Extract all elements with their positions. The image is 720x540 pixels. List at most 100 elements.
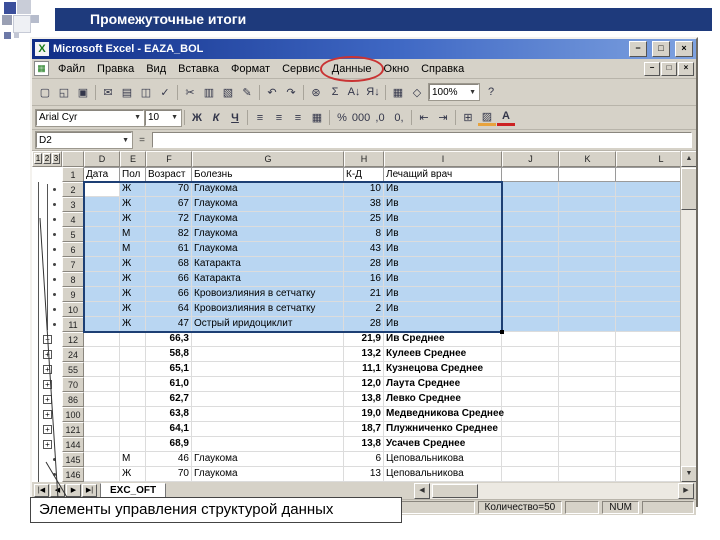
- row-header-145[interactable]: 145: [62, 452, 84, 467]
- cell[interactable]: 63,8: [146, 407, 192, 422]
- row-header-24[interactable]: 24: [62, 347, 84, 362]
- sort-ascending-icon[interactable]: А↓: [345, 84, 363, 101]
- column-header-I[interactable]: I: [384, 151, 502, 167]
- cell[interactable]: 2: [344, 302, 384, 317]
- cell[interactable]: Ж: [120, 212, 146, 227]
- horizontal-scrollbar[interactable]: ◀ ▶: [414, 482, 694, 499]
- cell[interactable]: [559, 377, 616, 392]
- cell[interactable]: Лечащий врач: [384, 167, 502, 182]
- cell[interactable]: 68: [146, 257, 192, 272]
- cell[interactable]: [120, 392, 146, 407]
- cell[interactable]: [559, 392, 616, 407]
- cell[interactable]: 82: [146, 227, 192, 242]
- cell[interactable]: Глаукома: [192, 197, 344, 212]
- cell[interactable]: [502, 287, 559, 302]
- cell[interactable]: Ж: [120, 257, 146, 272]
- cell[interactable]: Ж: [120, 467, 146, 482]
- cell[interactable]: 72: [146, 212, 192, 227]
- cell[interactable]: [502, 422, 559, 437]
- cell[interactable]: Ив: [384, 302, 502, 317]
- cell[interactable]: Острый иридоциклит: [192, 317, 344, 332]
- cell[interactable]: 61,0: [146, 377, 192, 392]
- cell[interactable]: Кровоизлияния в сетчатку: [192, 287, 344, 302]
- cell[interactable]: Глаукома: [192, 452, 344, 467]
- decrease-decimal-button[interactable]: 0,: [390, 109, 408, 126]
- last-sheet-button[interactable]: ▶|: [82, 484, 97, 497]
- outline-level-3-button[interactable]: 3: [52, 153, 60, 164]
- redo-icon[interactable]: ↷: [282, 84, 300, 101]
- cell[interactable]: [559, 407, 616, 422]
- cell[interactable]: Усачев Среднее: [384, 437, 502, 452]
- cell[interactable]: 61: [146, 242, 192, 257]
- cell[interactable]: 13: [344, 467, 384, 482]
- cell[interactable]: [559, 257, 616, 272]
- decrease-indent-button[interactable]: ⇤: [415, 109, 433, 126]
- sort-descending-icon[interactable]: Я↓: [364, 84, 382, 101]
- cell[interactable]: [192, 347, 344, 362]
- cell[interactable]: 11,1: [344, 362, 384, 377]
- horizontal-scroll-thumb[interactable]: [432, 483, 478, 498]
- cell[interactable]: [502, 377, 559, 392]
- cell[interactable]: [84, 317, 120, 332]
- cell[interactable]: [84, 392, 120, 407]
- increase-decimal-button[interactable]: ,0: [371, 109, 389, 126]
- cell[interactable]: 21,9: [344, 332, 384, 347]
- cell[interactable]: [502, 257, 559, 272]
- cell[interactable]: Ив: [384, 197, 502, 212]
- cell[interactable]: [502, 332, 559, 347]
- sheet-tab-exc-oft[interactable]: EXC_OFT: [100, 483, 167, 498]
- menu-item-Вид[interactable]: Вид: [140, 61, 172, 77]
- cell[interactable]: 66,3: [146, 332, 192, 347]
- print-icon[interactable]: ▤: [118, 84, 136, 101]
- scroll-left-button[interactable]: ◀: [414, 482, 430, 499]
- copy-icon[interactable]: ▥: [200, 84, 218, 101]
- cell[interactable]: [559, 437, 616, 452]
- cell[interactable]: [559, 467, 616, 482]
- cell[interactable]: 67: [146, 197, 192, 212]
- cell[interactable]: [559, 167, 616, 182]
- cell[interactable]: 13,8: [344, 437, 384, 452]
- vertical-scrollbar[interactable]: ▲ ▼: [680, 151, 696, 482]
- cell[interactable]: [84, 212, 120, 227]
- cell[interactable]: Ив: [384, 242, 502, 257]
- menu-item-Справка[interactable]: Справка: [415, 61, 470, 77]
- cell[interactable]: 66: [146, 272, 192, 287]
- cell[interactable]: [559, 347, 616, 362]
- cell[interactable]: [502, 407, 559, 422]
- menu-item-Данные[interactable]: Данные: [319, 55, 384, 82]
- spelling-icon[interactable]: ✓: [156, 84, 174, 101]
- cell[interactable]: Ж: [120, 272, 146, 287]
- chart-wizard-icon[interactable]: ▦: [389, 84, 407, 101]
- cell[interactable]: 28: [344, 257, 384, 272]
- cell[interactable]: [192, 422, 344, 437]
- row-header-55[interactable]: 55: [62, 362, 84, 377]
- expand-group-button[interactable]: +: [43, 350, 52, 359]
- row-header-70[interactable]: 70: [62, 377, 84, 392]
- row-header-100[interactable]: 100: [62, 407, 84, 422]
- cell[interactable]: 70: [146, 467, 192, 482]
- cell[interactable]: [502, 467, 559, 482]
- cell[interactable]: [120, 437, 146, 452]
- cell[interactable]: Дата: [84, 167, 120, 182]
- cell[interactable]: Ив Среднее: [384, 332, 502, 347]
- menu-item-Сервис[interactable]: Сервис: [276, 61, 326, 77]
- doc-restore-button[interactable]: □: [661, 61, 677, 76]
- row-header-3[interactable]: 3: [62, 197, 84, 212]
- cell[interactable]: [84, 242, 120, 257]
- menu-item-Окно[interactable]: Окно: [378, 61, 416, 77]
- cell[interactable]: 12,0: [344, 377, 384, 392]
- cell[interactable]: [84, 467, 120, 482]
- cell[interactable]: [559, 287, 616, 302]
- cell[interactable]: 13,2: [344, 347, 384, 362]
- cell[interactable]: Левко Среднее: [384, 392, 502, 407]
- drawing-icon[interactable]: ◇: [408, 84, 426, 101]
- cell[interactable]: [559, 182, 616, 197]
- row-header-8[interactable]: 8: [62, 272, 84, 287]
- menu-item-Вставка[interactable]: Вставка: [172, 61, 225, 77]
- cell[interactable]: [192, 362, 344, 377]
- italic-button[interactable]: К: [207, 109, 225, 126]
- row-header-1[interactable]: 1: [62, 167, 84, 182]
- cell[interactable]: [84, 332, 120, 347]
- cell[interactable]: Плужниченко Среднее: [384, 422, 502, 437]
- menu-item-Правка[interactable]: Правка: [91, 61, 140, 77]
